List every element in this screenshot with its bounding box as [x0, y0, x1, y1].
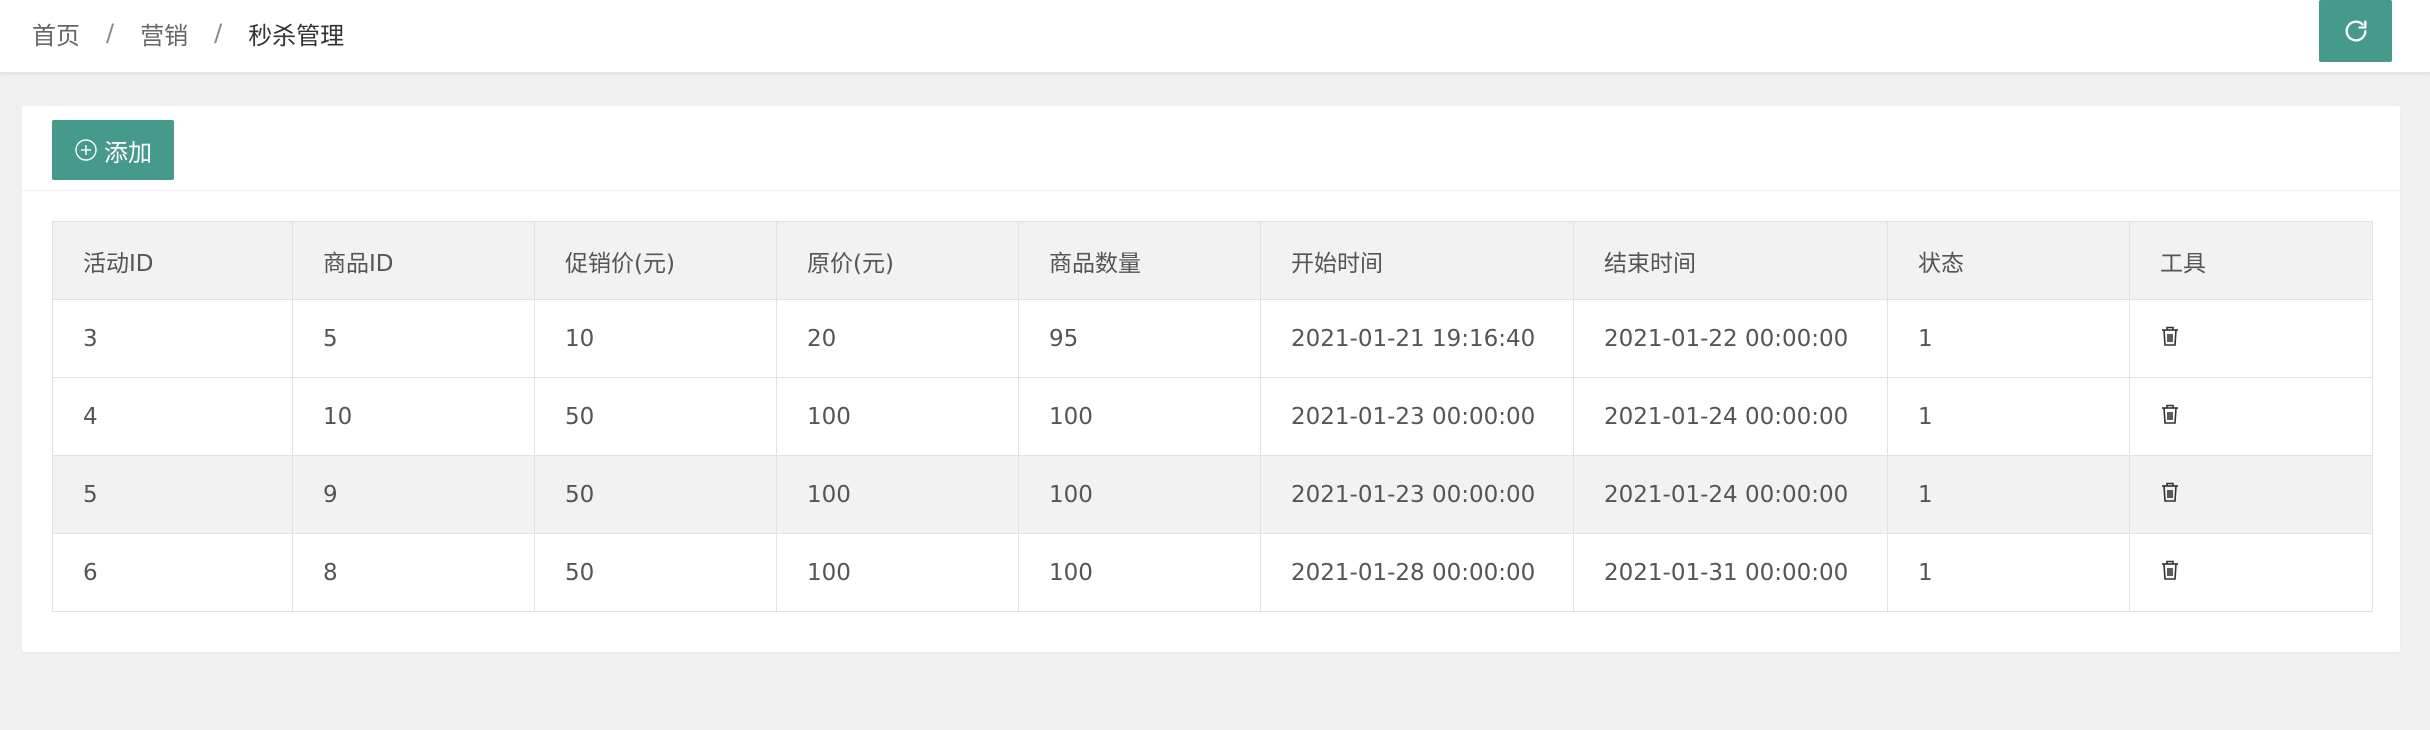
cell-tools	[2129, 533, 2373, 612]
trash-icon[interactable]	[2160, 325, 2180, 347]
cell-tools	[2129, 299, 2373, 378]
cell-start-time: 2021-01-28 00:00:00	[1260, 533, 1574, 612]
refresh-button[interactable]	[2319, 0, 2392, 62]
cell-status: 1	[1887, 377, 2130, 456]
cell-promo-price: 50	[534, 533, 777, 612]
trash-icon[interactable]	[2160, 403, 2180, 425]
breadcrumb-separator: /	[106, 19, 115, 47]
cell-end-time: 2021-01-31 00:00:00	[1573, 533, 1888, 612]
cell-activity-id: 4	[52, 377, 293, 456]
breadcrumb-separator: /	[214, 19, 223, 47]
cell-end-time: 2021-01-22 00:00:00	[1573, 299, 1888, 378]
cell-promo-price: 10	[534, 299, 777, 378]
table-row: 5 9 50 100 100 2021-01-23 00:00:00 2021-…	[52, 455, 2373, 534]
cell-promo-price: 50	[534, 377, 777, 456]
cell-promo-price: 50	[534, 455, 777, 534]
column-header-end-time: 结束时间	[1573, 221, 1888, 300]
cell-status: 1	[1887, 533, 2130, 612]
cell-tools	[2129, 377, 2373, 456]
column-header-product-id: 商品ID	[292, 221, 535, 300]
column-header-activity-id: 活动ID	[52, 221, 293, 300]
cell-activity-id: 3	[52, 299, 293, 378]
top-bar: 首页 / 营销 / 秒杀管理	[0, 0, 2430, 73]
breadcrumb-item-home[interactable]: 首页	[32, 16, 80, 51]
breadcrumb-item-flash-sale: 秒杀管理	[248, 21, 345, 50]
plus-circle-icon	[74, 138, 98, 162]
cell-end-time: 2021-01-24 00:00:00	[1573, 377, 1888, 456]
cell-product-id: 5	[292, 299, 535, 378]
card-toolbar: 添加	[22, 106, 2400, 191]
column-header-quantity: 商品数量	[1018, 221, 1261, 300]
breadcrumb-item-marketing[interactable]: 营销	[140, 16, 188, 51]
cell-activity-id: 6	[52, 533, 293, 612]
column-header-start-time: 开始时间	[1260, 221, 1574, 300]
table-row: 3 5 10 20 95 2021-01-21 19:16:40 2021-01…	[52, 299, 2373, 378]
column-header-status: 状态	[1887, 221, 2130, 300]
content-card: 添加 活动ID 商品ID 促销价(元) 原价(元) 商品数量 开始时间 结束时间	[22, 106, 2400, 652]
cell-quantity: 95	[1018, 299, 1261, 378]
cell-product-id: 8	[292, 533, 535, 612]
trash-icon[interactable]	[2160, 481, 2180, 503]
cell-product-id: 9	[292, 455, 535, 534]
refresh-icon	[2342, 17, 2370, 45]
cell-original-price: 100	[776, 455, 1019, 534]
cell-end-time: 2021-01-24 00:00:00	[1573, 455, 1888, 534]
table-header-row: 活动ID 商品ID 促销价(元) 原价(元) 商品数量 开始时间 结束时间 状态…	[52, 221, 2373, 300]
cell-product-id: 10	[292, 377, 535, 456]
column-header-promo-price: 促销价(元)	[534, 221, 777, 300]
cell-activity-id: 5	[52, 455, 293, 534]
column-header-original-price: 原价(元)	[776, 221, 1019, 300]
breadcrumb: 首页 / 营销 / 秒杀管理	[32, 0, 344, 66]
flash-sale-table: 活动ID 商品ID 促销价(元) 原价(元) 商品数量 开始时间 结束时间 状态…	[52, 221, 2373, 612]
trash-icon[interactable]	[2160, 559, 2180, 581]
add-button[interactable]: 添加	[52, 120, 174, 180]
cell-start-time: 2021-01-23 00:00:00	[1260, 455, 1574, 534]
cell-quantity: 100	[1018, 533, 1261, 612]
cell-start-time: 2021-01-23 00:00:00	[1260, 377, 1574, 456]
cell-status: 1	[1887, 299, 2130, 378]
table-row: 6 8 50 100 100 2021-01-28 00:00:00 2021-…	[52, 533, 2373, 612]
cell-tools	[2129, 455, 2373, 534]
cell-status: 1	[1887, 455, 2130, 534]
add-button-label: 添加	[104, 138, 152, 167]
cell-original-price: 100	[776, 377, 1019, 456]
column-header-tools: 工具	[2129, 221, 2373, 300]
cell-quantity: 100	[1018, 377, 1261, 456]
table-row: 4 10 50 100 100 2021-01-23 00:00:00 2021…	[52, 377, 2373, 456]
cell-original-price: 20	[776, 299, 1019, 378]
cell-quantity: 100	[1018, 455, 1261, 534]
cell-original-price: 100	[776, 533, 1019, 612]
cell-start-time: 2021-01-21 19:16:40	[1260, 299, 1574, 378]
